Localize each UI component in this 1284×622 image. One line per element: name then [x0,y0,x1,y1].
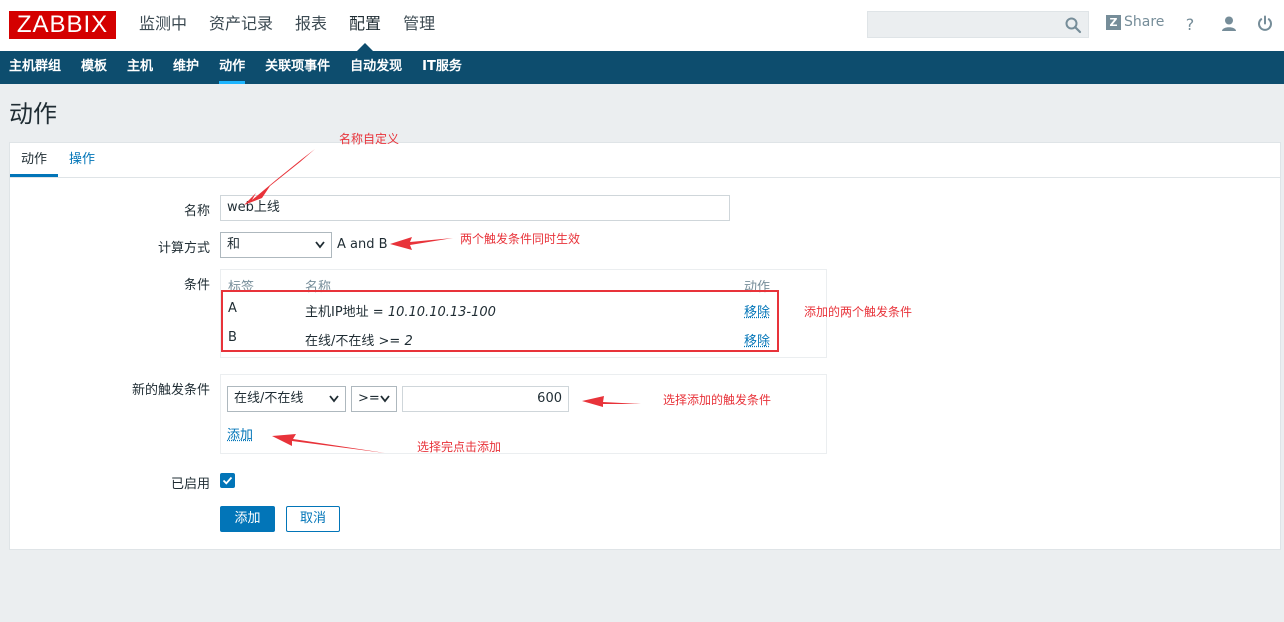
chevron-down-icon [329,395,339,403]
subnav-maintenance[interactable]: 维护 [163,51,209,84]
subnav-event-correlation[interactable]: 关联项事件 [255,51,340,84]
chevron-down-icon [380,395,390,403]
form-tabs: 动作 操作 [10,143,1280,178]
tab-operations[interactable]: 操作 [58,143,106,177]
name-input[interactable]: web上线 [220,195,730,221]
sub-nav: 主机群组 模板 主机 维护 动作 关联项事件 自动发现 IT服务 [0,51,1284,84]
conditions-annotation: 添加的两个触发条件 [804,305,913,319]
enabled-label: 已启用 [170,477,210,492]
name-label: 名称 [183,204,210,219]
subnav-templates[interactable]: 模板 [71,51,117,84]
condition-type-select[interactable]: 在线/不在线 [227,386,346,412]
search-input[interactable] [868,12,1058,37]
new-condition-label: 新的触发条件 [131,383,210,398]
condition-value-input[interactable]: 600 [402,386,569,412]
new-condition-box: 在线/不在线 >= 600 添加 [220,374,827,454]
conditions-label: 条件 [183,278,210,293]
nav-administration[interactable]: 管理 [392,0,446,51]
subnav-discovery[interactable]: 自动发现 [340,51,412,84]
svg-text:?: ? [1186,15,1195,34]
subnav-it-services[interactable]: IT服务 [412,51,472,84]
nav-monitoring[interactable]: 监测中 [128,0,198,51]
add-annotation: 选择完点击添加 [417,440,502,454]
user-icon[interactable] [1219,14,1239,34]
checkmark-icon [222,476,233,485]
add-action-button[interactable]: 添加 [220,506,275,532]
help-icon[interactable]: ? [1180,14,1200,34]
power-icon[interactable] [1255,14,1275,34]
nav-reports[interactable]: 报表 [284,0,338,51]
calc-type-select[interactable]: 和 [220,232,332,258]
global-search [867,11,1089,38]
condition-operator-select[interactable]: >= [351,386,397,412]
main-nav: 监测中 资产记录 报表 配置 管理 [128,0,446,51]
condition-type-value: 在线/不在线 [234,391,304,406]
add-condition-link[interactable]: 添加 [227,424,253,443]
calc-formula: A and B [337,237,388,252]
tab-action[interactable]: 动作 [10,143,59,177]
select-annotation: 选择添加的触发条件 [663,393,772,407]
conditions-highlight-frame [221,290,779,352]
zabbix-share-icon: Z [1106,14,1121,30]
page-title: 动作 [9,100,57,128]
chevron-down-icon [315,241,325,249]
enabled-checkbox[interactable] [220,473,235,488]
share-label: Share [1124,14,1165,30]
nav-configuration[interactable]: 配置 [338,0,392,51]
calc-type-value: 和 [227,237,241,252]
condition-operator-value: >= [358,391,380,406]
cancel-button[interactable]: 取消 [286,506,340,532]
subnav-hosts[interactable]: 主机 [117,51,163,84]
share-button[interactable]: Z Share [1106,14,1164,30]
subnav-host-groups[interactable]: 主机群组 [0,51,71,84]
search-icon[interactable] [1064,16,1082,34]
calc-type-label: 计算方式 [157,241,210,256]
name-annotation: 名称自定义 [339,132,400,146]
nav-inventory[interactable]: 资产记录 [198,0,284,51]
subnav-actions[interactable]: 动作 [209,51,255,84]
calc-annotation: 两个触发条件同时生效 [460,232,581,246]
top-header: ZABBIX 监测中 资产记录 报表 配置 管理 Z Share ? [0,0,1284,51]
zabbix-logo[interactable]: ZABBIX [9,11,116,39]
